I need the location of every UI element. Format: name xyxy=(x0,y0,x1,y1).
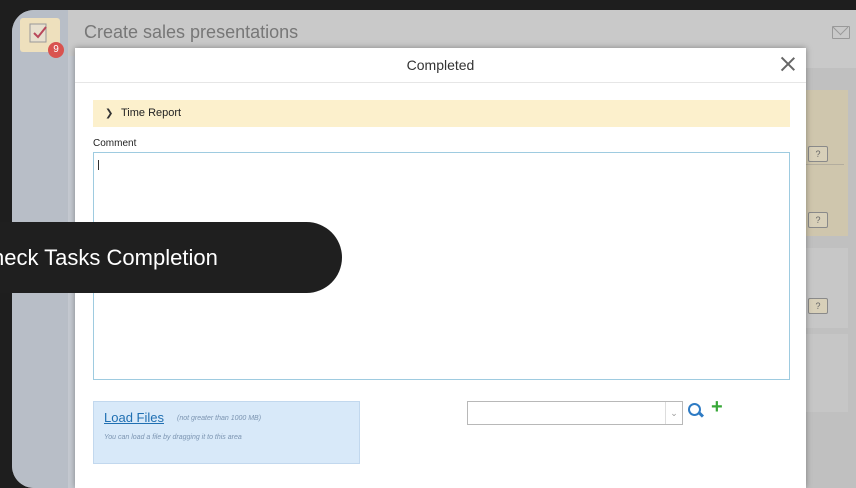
text-caret xyxy=(98,160,99,170)
chevron-right-icon: ❯ xyxy=(105,108,114,119)
help-bubble-icon[interactable]: ? xyxy=(808,212,828,228)
tooltip-banner: heck Tasks Completion xyxy=(0,222,342,293)
dialog-title: Completed xyxy=(406,57,475,73)
dialog-header: Completed xyxy=(75,48,806,83)
file-select[interactable]: ⌄ xyxy=(467,401,683,425)
time-report-label: Time Report xyxy=(121,107,182,119)
select-arrow-icon[interactable]: ⌄ xyxy=(665,402,682,424)
load-files-link[interactable]: Load Files xyxy=(104,410,164,425)
close-icon[interactable] xyxy=(776,52,800,76)
task-check-icon[interactable]: 9 xyxy=(20,18,64,58)
plus-icon[interactable]: + xyxy=(711,396,723,419)
help-bubble-icon[interactable]: ? xyxy=(808,146,828,162)
drag-hint: You can load a file by dragging it to th… xyxy=(104,434,242,441)
search-icon[interactable] xyxy=(687,402,705,420)
help-bubble-icon[interactable]: ? xyxy=(808,298,828,314)
file-size-note: (not greater than 1000 MB) xyxy=(177,415,262,422)
time-report-toggle[interactable]: ❯ Time Report xyxy=(93,100,790,127)
mail-icon[interactable] xyxy=(832,26,850,39)
file-dropzone[interactable]: Load Files (not greater than 1000 MB) Yo… xyxy=(93,401,360,464)
task-count-badge: 9 xyxy=(48,42,64,58)
comment-label: Comment xyxy=(93,138,137,149)
banner-text: heck Tasks Completion xyxy=(0,245,218,270)
page-title: Create sales presentations xyxy=(84,22,299,42)
